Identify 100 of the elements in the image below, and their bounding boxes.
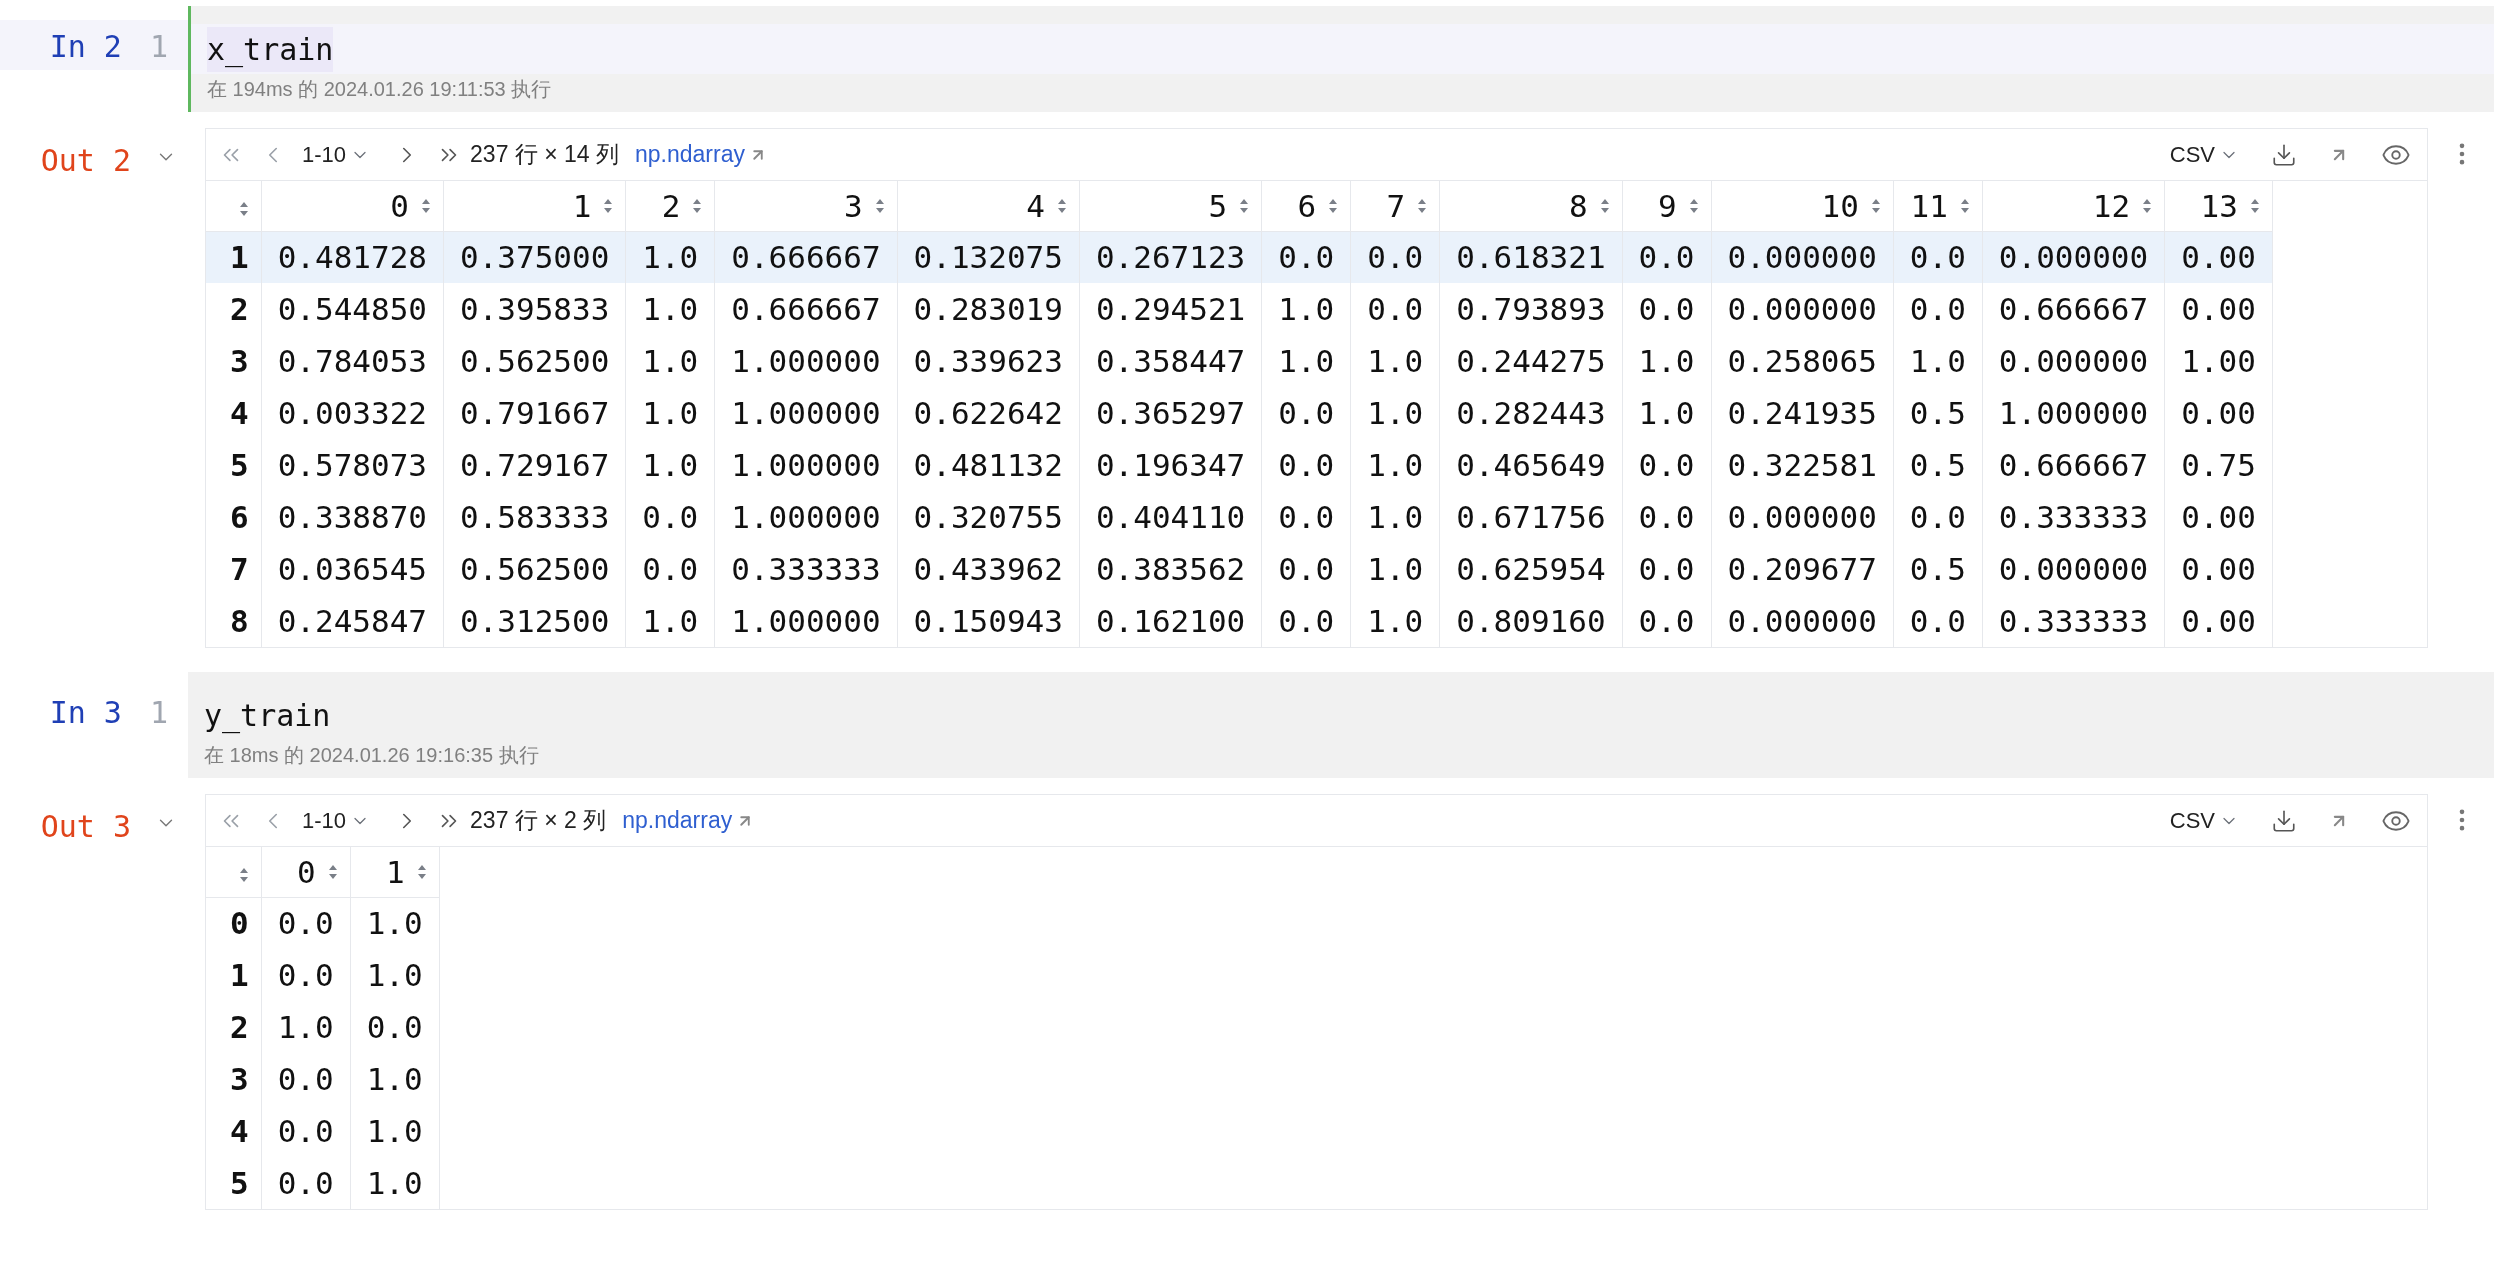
- table-cell: 0.258065: [1727, 342, 1877, 379]
- table-cell: 0.132075: [913, 239, 1063, 275]
- line-number: 1: [149, 28, 168, 66]
- sort-icon[interactable]: [1870, 197, 1881, 214]
- sort-icon[interactable]: [1328, 197, 1339, 214]
- table-cell: 0.0: [1278, 550, 1335, 587]
- table-row[interactable]: 4 0.0 1.0: [206, 1105, 440, 1157]
- sort-icon[interactable]: [603, 197, 614, 214]
- table-cell: 0.0: [1909, 498, 1966, 535]
- column-header[interactable]: 7: [1386, 182, 1406, 229]
- table-cell: 0.791667: [460, 394, 610, 431]
- sort-icon[interactable]: [2142, 197, 2153, 214]
- table-cell: 0.0: [1638, 602, 1695, 639]
- row-index: 0: [230, 905, 249, 941]
- table-cell: 1.0: [1367, 394, 1424, 431]
- column-header[interactable]: 6: [1297, 182, 1317, 229]
- column-header[interactable]: 0: [390, 182, 409, 229]
- type-link[interactable]: np.ndarray: [622, 803, 733, 838]
- table-row[interactable]: 2 0.544850 0.395833 1.0 0.666667 0.283019 0.294521 1.0 0.0 0.793893 0.0 0.000000 0.0 0.666667 0.00: [206, 283, 2273, 335]
- table-cell: 0.0: [1367, 239, 1424, 275]
- table-cell: 1.0: [1278, 342, 1335, 379]
- sort-icon[interactable]: [327, 863, 338, 880]
- table-row[interactable]: 5 0.0 1.0: [206, 1157, 440, 1209]
- table-row[interactable]: 2 1.0 0.0: [206, 1001, 440, 1053]
- format-dropdown[interactable]: CSV: [2169, 138, 2239, 171]
- output-prompt: Out 2: [40, 142, 131, 180]
- row-index: 1: [230, 956, 249, 993]
- table-cell: 0.666667: [731, 290, 881, 327]
- table-cell: 1.000000: [731, 446, 881, 483]
- table-row[interactable]: 3 0.0 1.0: [206, 1053, 440, 1105]
- column-header[interactable]: 13: [2200, 182, 2238, 229]
- sort-icon[interactable]: [1599, 197, 1610, 214]
- table-cell: 0.0: [1278, 394, 1335, 431]
- sort-icon[interactable]: [416, 863, 427, 880]
- sort-icon[interactable]: [1959, 197, 1970, 214]
- column-header[interactable]: 1: [386, 848, 405, 895]
- column-header[interactable]: 12: [2092, 182, 2131, 229]
- table-cell: 1.0: [642, 602, 699, 639]
- table-cell: 1.0: [642, 446, 699, 483]
- sort-icon[interactable]: [238, 866, 249, 883]
- table-dimensions-label: 237 行 × 14 列: [470, 140, 619, 170]
- code-cell[interactable]: x_train 在 194ms 的 2024.01.26 19:11:53 执行: [188, 6, 2494, 112]
- sort-icon[interactable]: [238, 200, 249, 217]
- table-row[interactable]: 0 0.0 1.0: [206, 897, 440, 949]
- column-header[interactable]: 2: [661, 182, 681, 229]
- row-index: 1: [230, 239, 249, 275]
- table-cell: 0.5: [1909, 446, 1966, 483]
- sort-icon[interactable]: [874, 197, 885, 214]
- table-cell: 0.00: [2181, 602, 2256, 639]
- table-row[interactable]: 7 0.036545 0.562500 0.0 0.333333 0.433962 0.383562 0.0 1.0 0.625954 0.0 0.209677 0.5 0.000000 0.00: [206, 543, 2273, 595]
- table-cell: 1.00: [2181, 342, 2256, 379]
- column-header[interactable]: 9: [1657, 182, 1677, 229]
- table-dimensions-label: 237 行 × 2 列: [470, 806, 607, 836]
- sort-icon[interactable]: [1056, 197, 1067, 214]
- column-header[interactable]: 1: [572, 182, 592, 229]
- table-cell: 0.0: [1638, 498, 1695, 535]
- table-cell: 0.0: [1638, 550, 1695, 587]
- code-cell[interactable]: y_train 在 18ms 的 2024.01.26 19:16:35 执行: [188, 672, 2494, 778]
- table-cell: 0.809160: [1456, 602, 1606, 639]
- table-row[interactable]: 1 0.481728 0.375000 1.0 0.666667 0.132075 0.267123 0.0 0.0 0.618321 0.0 0.000000 0.0 0.000000 0.00: [206, 231, 2273, 283]
- row-index: 4: [230, 394, 249, 431]
- table-cell: 0.000000: [1727, 239, 1877, 275]
- table-cell: 0.5: [1909, 394, 1966, 431]
- table-cell: 0.000000: [1998, 550, 2149, 587]
- table-cell: 0.395833: [460, 290, 610, 327]
- column-header[interactable]: 10: [1821, 182, 1859, 229]
- table-cell: 0.583333: [460, 498, 610, 535]
- table-cell: 1.0: [642, 394, 699, 431]
- table-row[interactable]: 5 0.578073 0.729167 1.0 1.000000 0.481132 0.196347 0.0 1.0 0.465649 0.0 0.322581 0.5 0.666667 0.75: [206, 439, 2273, 491]
- table-cell: 0.0: [1909, 239, 1966, 275]
- table-cell: 1.0: [1909, 342, 1966, 379]
- sort-icon[interactable]: [1239, 197, 1250, 214]
- table-cell: 0.0: [1278, 239, 1335, 275]
- sort-icon[interactable]: [1688, 197, 1699, 214]
- column-header[interactable]: 11: [1910, 182, 1948, 229]
- table-row[interactable]: 4 0.003322 0.791667 1.0 1.000000 0.622642 0.365297 0.0 1.0 0.282443 1.0 0.241935 0.5 1.000000 0.00: [206, 387, 2273, 439]
- table-row[interactable]: 6 0.338870 0.583333 0.0 1.000000 0.320755 0.404110 0.0 1.0 0.671756 0.0 0.000000 0.0 0.333333 0.00: [206, 491, 2273, 543]
- table-cell: 0.294521: [1095, 290, 1246, 327]
- line-number: 1: [149, 694, 168, 732]
- table-cell: 0.625954: [1456, 550, 1606, 587]
- type-link[interactable]: np.ndarray: [635, 137, 745, 172]
- table-cell: 0.481132: [913, 446, 1063, 483]
- page-range-dropdown[interactable]: 1-10: [302, 804, 371, 837]
- page-range-dropdown[interactable]: 1-10: [302, 138, 371, 171]
- column-header[interactable]: 5: [1208, 182, 1228, 229]
- sort-icon[interactable]: [2249, 197, 2260, 214]
- sort-icon[interactable]: [421, 197, 431, 214]
- table-cell: 0.0: [1638, 239, 1695, 275]
- sort-icon[interactable]: [692, 197, 703, 214]
- format-dropdown[interactable]: CSV: [2169, 804, 2239, 837]
- column-header[interactable]: 8: [1568, 182, 1588, 229]
- table-cell: 0.0: [1909, 290, 1966, 327]
- table-row[interactable]: 1 0.0 1.0: [206, 949, 440, 1001]
- table-cell: 0.0: [277, 905, 334, 941]
- column-header[interactable]: 3: [843, 182, 863, 229]
- column-header[interactable]: 0: [297, 848, 316, 895]
- table-row[interactable]: 3 0.784053 0.562500 1.0 1.000000 0.339623 0.358447 1.0 1.0 0.244275 1.0 0.258065 1.0 0.000000 1.00: [206, 335, 2273, 387]
- table-row[interactable]: 8 0.245847 0.312500 1.0 1.000000 0.150943 0.162100 0.0 1.0 0.809160 0.0 0.000000 0.0 0.333333 0.00: [206, 595, 2273, 647]
- sort-icon[interactable]: [1417, 197, 1428, 214]
- column-header[interactable]: 4: [1026, 182, 1045, 229]
